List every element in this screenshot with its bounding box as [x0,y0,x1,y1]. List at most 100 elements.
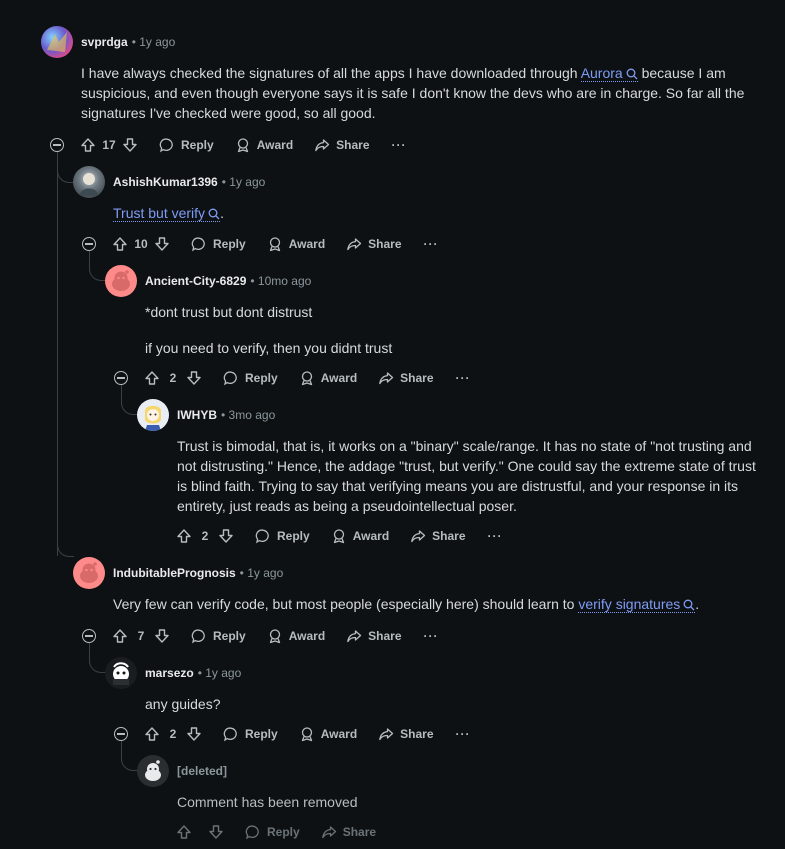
reply-button[interactable]: Reply [255,528,310,544]
comment-author: IWHYB • 3mo ago [177,408,275,422]
comment-text: . [695,596,700,612]
reply-icon [245,825,259,840]
collapse-thread-button[interactable] [114,727,128,741]
thread-connector [121,754,138,771]
collapse-thread-button[interactable] [50,138,64,152]
more-options-button[interactable]: ··· [456,371,471,385]
comment-timestamp[interactable]: 10mo ago [258,274,311,288]
comment-actions: 2 Reply Award Share ··· [144,722,471,746]
avatar[interactable] [73,166,105,198]
upvote-icon[interactable] [144,726,160,742]
comment-timestamp[interactable]: 1y ago [247,566,283,580]
avatar[interactable] [105,657,137,689]
share-button[interactable]: Share [378,370,434,386]
upvote-icon[interactable] [176,528,192,544]
snoo-icon [80,562,98,583]
avatar-image [145,405,161,431]
comment-actions: Reply Share [176,820,376,844]
avatar[interactable] [41,26,73,58]
award-button[interactable]: Award [299,726,357,742]
search-icon [683,599,695,611]
avatar[interactable] [137,399,169,431]
reply-icon [255,529,269,544]
share-button[interactable]: Share [410,528,466,544]
award-icon [333,529,344,544]
username-link[interactable]: marsezo [145,666,194,680]
more-options-button[interactable]: ··· [424,237,439,251]
username-link[interactable]: AshishKumar1396 [113,175,218,189]
share-button[interactable]: Share [346,628,402,644]
comment-actions: 2 Reply Award Share ··· [176,524,503,548]
comment-author: marsezo • 1y ago [145,666,241,680]
collapse-thread-button[interactable] [82,237,96,251]
collapse-thread-button[interactable] [114,371,128,385]
avatar[interactable] [105,265,137,297]
avatar [137,755,169,787]
reply-button[interactable]: Reply [223,726,278,742]
upvote-icon[interactable] [112,236,128,252]
comment-text: if you need to verify, then you didnt tr… [145,340,393,356]
upvote-icon[interactable] [112,628,128,644]
downvote-icon[interactable] [186,370,202,386]
snoo-icon [145,760,161,781]
more-options-button[interactable]: ··· [424,629,439,643]
award-button[interactable]: Award [331,528,389,544]
upvote-icon[interactable] [144,370,160,386]
reply-icon [223,727,237,742]
downvote-icon[interactable] [122,137,138,153]
comment-timestamp[interactable]: 1y ago [139,35,175,49]
upvote-icon[interactable] [80,137,96,153]
comment-actions: 7 Reply Award Share ··· [112,624,439,648]
downvote-icon[interactable] [186,726,202,742]
comment-text: *dont trust but dont distrust [145,304,313,320]
downvote-icon[interactable] [154,628,170,644]
vote-count: 17 [102,138,116,152]
separator-dot: • [221,175,226,189]
comment-body: Comment has been removed [177,792,737,812]
award-button[interactable]: Award [235,137,293,153]
comment-timestamp[interactable]: 3mo ago [229,408,276,422]
downvote-icon[interactable] [154,236,170,252]
reply-button[interactable]: Reply [223,370,278,386]
avatar[interactable] [73,557,105,589]
username-link[interactable]: svprdga [81,35,128,49]
share-icon [379,728,394,741]
avatar-image [79,173,99,196]
share-button[interactable]: Share [378,726,434,742]
more-options-button[interactable]: ··· [488,529,503,543]
share-button[interactable]: Share [314,137,370,153]
more-options-button[interactable]: ··· [456,727,471,741]
vote-count: 10 [134,237,148,251]
downvote-icon[interactable] [218,528,234,544]
comment-timestamp[interactable]: 1y ago [205,666,241,680]
share-button[interactable]: Share [346,236,402,252]
comment-actions: 10 Reply Award Share ··· [112,232,439,256]
username-link[interactable]: IndubitablePrognosis [113,566,236,580]
award-icon [237,138,248,153]
more-options-button[interactable]: ··· [392,138,407,152]
reply-button[interactable]: Reply [191,236,246,252]
search-link-verify-signatures[interactable]: verify signatures [578,596,696,613]
downvote-icon [208,824,224,840]
search-link-aurora[interactable]: Aurora [580,65,638,82]
separator-dot: • [239,566,244,580]
username-link[interactable]: Ancient-City-6829 [145,274,246,288]
username-link[interactable]: IWHYB [177,408,217,422]
award-icon [269,629,280,644]
award-button[interactable]: Award [299,370,357,386]
collapse-thread-button[interactable] [82,629,96,643]
award-button[interactable]: Award [267,628,325,644]
thread-connector [89,264,106,281]
share-icon [379,372,394,385]
vote-count: 7 [137,629,145,643]
award-button[interactable]: Award [267,236,325,252]
share-icon [411,530,426,543]
share-icon [315,139,330,152]
search-link-trust-but-verify[interactable]: Trust but verify [113,205,221,222]
reply-button[interactable]: Reply [191,628,246,644]
comment-actions: 17 Reply Award Share ··· [80,133,407,157]
reply-button[interactable]: Reply [159,137,214,153]
comment-body: *dont trust but dont distrust if you nee… [145,302,745,358]
comment-timestamp[interactable]: 1y ago [229,175,265,189]
search-icon [626,68,638,80]
